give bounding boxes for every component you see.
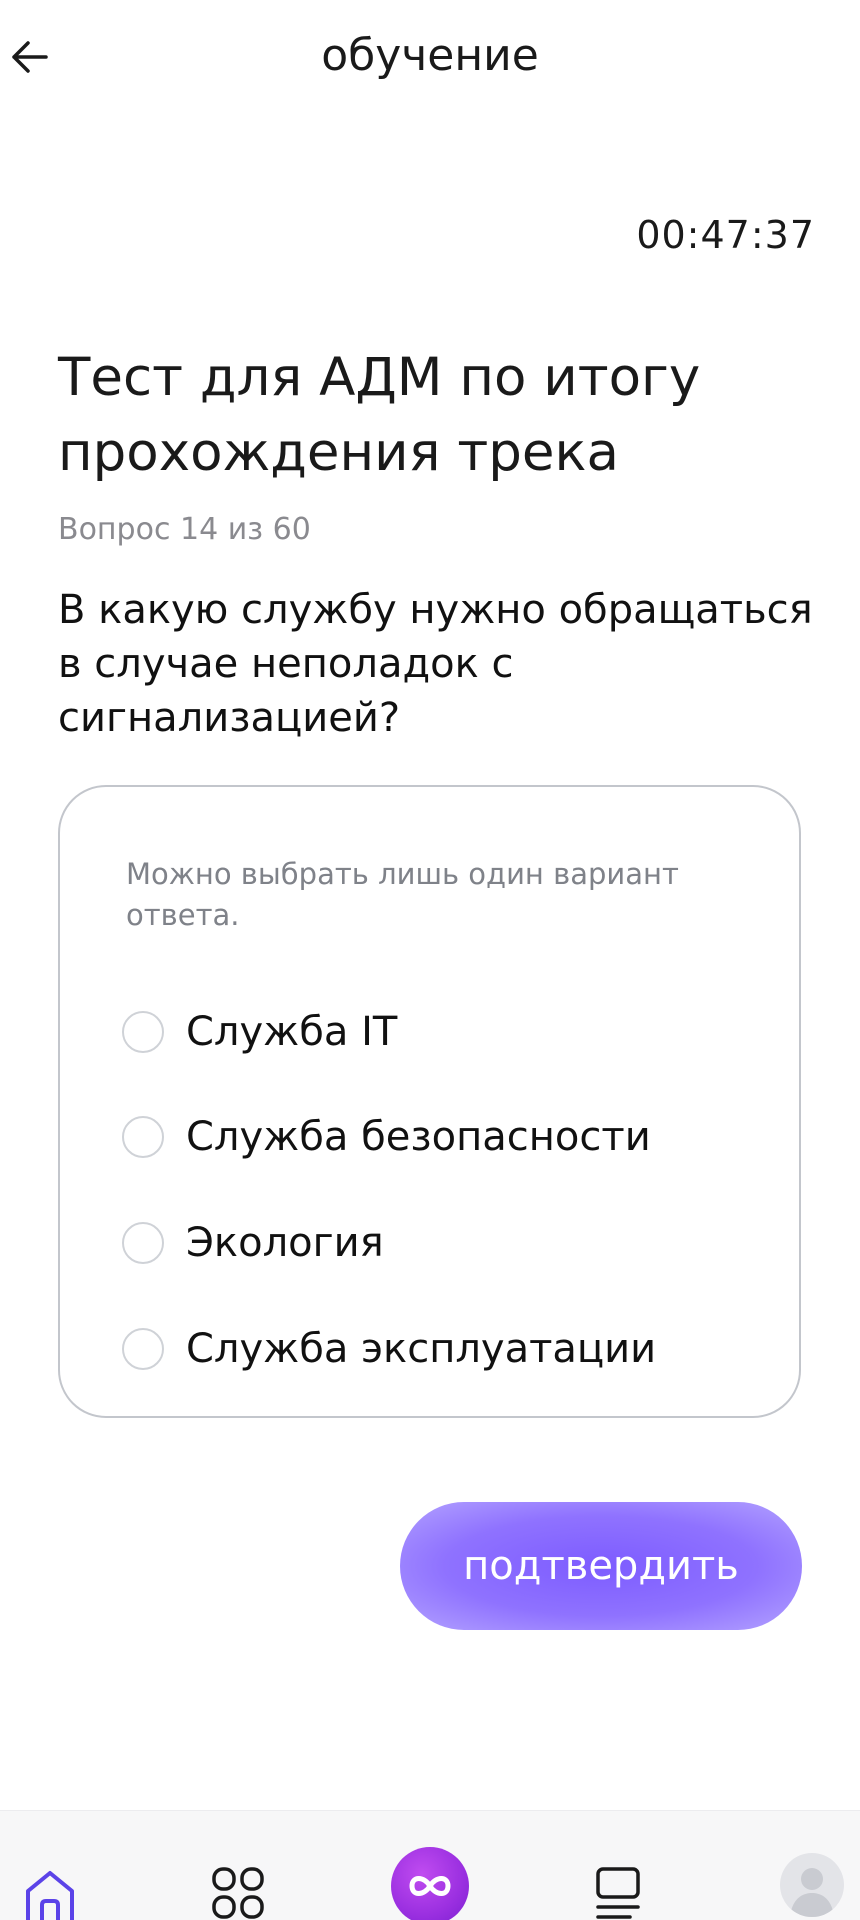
- answer-option-label: Экология: [186, 1220, 384, 1266]
- question-text: В какую службу нужно обращаться в случае…: [58, 587, 813, 741]
- nav-item-catalog[interactable]: [188, 1811, 288, 1920]
- nav-item-profile[interactable]: [762, 1811, 860, 1920]
- answer-option-label: Служба IT: [186, 1009, 398, 1055]
- page-title: обучение: [321, 30, 539, 81]
- question-counter: Вопрос 14 из 60: [58, 512, 311, 547]
- radio-button[interactable]: [122, 1328, 164, 1370]
- nav-item-main[interactable]: [380, 1811, 480, 1920]
- avatar: [780, 1853, 844, 1917]
- center-action-button[interactable]: [391, 1847, 469, 1920]
- test-title: Тест для АДМ по итогу прохождения трека: [58, 347, 701, 483]
- infinity-icon: [409, 1876, 451, 1896]
- radio-button[interactable]: [122, 1116, 164, 1158]
- avatar-icon: [790, 1868, 834, 1917]
- selection-hint: Можно выбрать лишь один вариант ответа.: [126, 857, 679, 932]
- test-screen: обучение 00:47:37 Тест для АДМ по итогу …: [0, 0, 860, 1920]
- confirm-button[interactable]: подтвердить: [400, 1502, 802, 1630]
- answer-option[interactable]: Экология: [122, 1213, 762, 1273]
- nav-item-list[interactable]: [568, 1811, 668, 1920]
- list-icon: [596, 1867, 640, 1919]
- header: обучение: [0, 0, 860, 115]
- radio-button[interactable]: [122, 1011, 164, 1053]
- home-icon: [26, 1871, 74, 1920]
- radio-button[interactable]: [122, 1222, 164, 1264]
- answer-option[interactable]: Служба IT: [122, 1002, 762, 1062]
- answer-option-label: Служба безопасности: [186, 1114, 651, 1160]
- grid-icon: [212, 1867, 264, 1919]
- answer-option-label: Служба эксплуатации: [186, 1326, 657, 1372]
- countdown-timer: 00:47:37: [636, 213, 815, 257]
- bottom-navigation: [0, 1810, 860, 1920]
- nav-item-home[interactable]: [0, 1811, 100, 1920]
- answer-option[interactable]: Служба безопасности: [122, 1107, 762, 1167]
- answer-option[interactable]: Служба эксплуатации: [122, 1319, 762, 1379]
- answer-options-card: Можно выбрать лишь один вариант ответа. …: [58, 785, 801, 1418]
